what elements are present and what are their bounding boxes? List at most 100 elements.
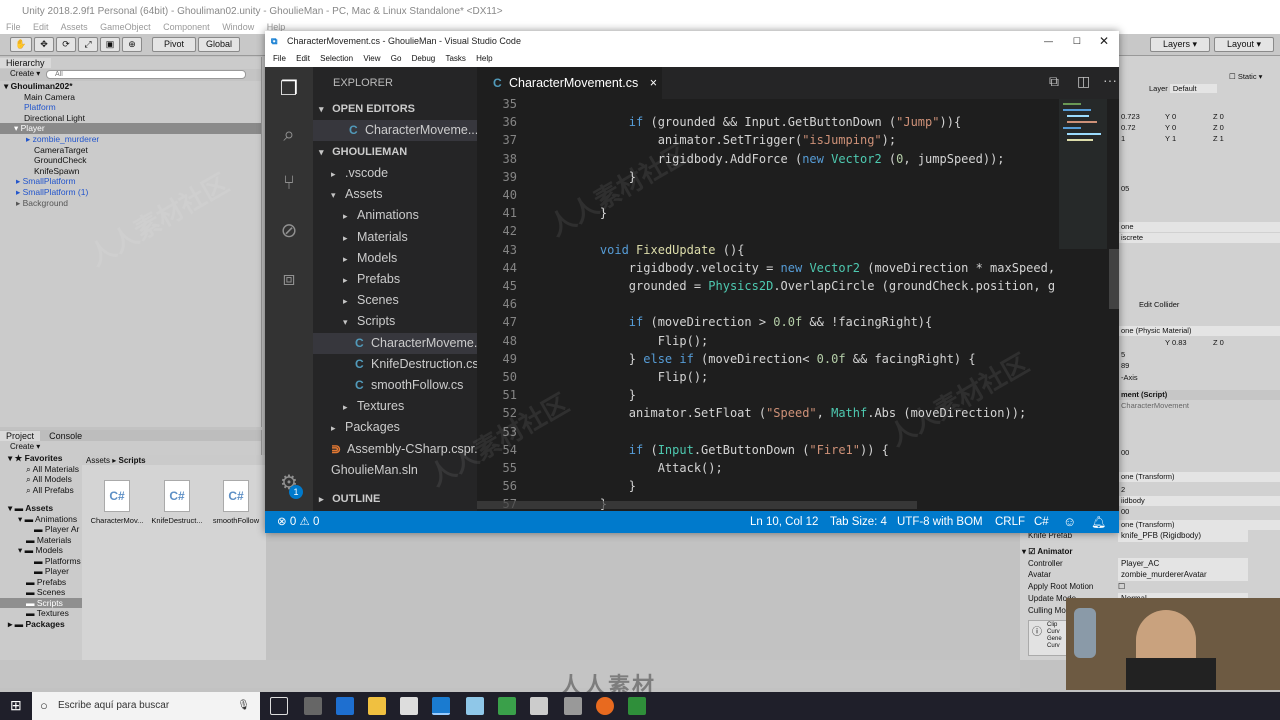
project-tab[interactable]: Project <box>0 431 41 441</box>
scale-x-value[interactable]: 1 <box>1121 134 1125 143</box>
rect-tool-icon[interactable]: ▣ <box>100 37 120 52</box>
hierarchy-tab[interactable]: Hierarchy <box>0 58 51 68</box>
unity-taskbar-icon[interactable] <box>564 697 582 715</box>
explorer-icon[interactable]: ❐ <box>277 77 301 101</box>
unity-menu-gameobject[interactable]: GameObject <box>100 22 151 32</box>
asset-item[interactable]: C# CharacterMov... <box>88 480 146 525</box>
open-editor-item[interactable]: C CharacterMoveme... <box>313 120 477 141</box>
tree-folder-item[interactable]: ▸ Textures <box>313 396 477 417</box>
taskbar-app-icon[interactable] <box>530 697 548 715</box>
tree-folder-item[interactable]: ▸ Animations <box>313 205 477 226</box>
menu-go[interactable]: Go <box>391 54 402 63</box>
hierarchy-item[interactable]: Platform <box>0 102 261 113</box>
rotate-tool-icon[interactable]: ⟳ <box>56 37 76 52</box>
rotation-y-value[interactable]: 0 <box>1172 123 1176 132</box>
cursor-position[interactable]: Ln 10, Col 12 <box>750 511 818 533</box>
inspector-value[interactable]: -Axis <box>1119 373 1280 383</box>
breadcrumb-root[interactable]: Assets <box>86 456 110 465</box>
menu-tasks[interactable]: Tasks <box>445 54 465 63</box>
menu-edit[interactable]: Edit <box>296 54 310 63</box>
inspector-value[interactable]: 00 <box>1119 448 1280 458</box>
pivot-button[interactable]: Pivot <box>152 37 196 52</box>
menu-file[interactable]: File <box>273 54 286 63</box>
rotation-row[interactable]: 0.72 Y 0Z 0 <box>1119 123 1280 133</box>
tree-folder-item[interactable]: ▸ Models <box>313 248 477 269</box>
animator-header[interactable]: ▾ ☑ Animator <box>1020 546 1120 558</box>
problems-indicator[interactable]: ⊗ 0 ⚠ 0 <box>277 511 319 533</box>
language-mode[interactable]: C# <box>1034 511 1049 533</box>
offset-z-value[interactable]: 0 <box>1220 338 1224 347</box>
vertical-scrollbar[interactable] <box>1109 99 1119 511</box>
outline-section[interactable]: ▸ OUTLINE <box>313 489 477 510</box>
tree-folder-item[interactable]: ▸ .vscode <box>313 163 477 184</box>
hierarchy-item[interactable]: ▸ zombie_murderer <box>0 134 261 145</box>
inspector-value[interactable]: 5 <box>1119 350 1280 360</box>
tree-folder-item[interactable]: ▸ Scenes <box>313 290 477 311</box>
position-y-value[interactable]: 0 <box>1172 112 1176 121</box>
hierarchy-item[interactable]: Directional Light <box>0 113 261 124</box>
asset-item[interactable]: C# smoothFollow <box>207 480 265 525</box>
offset-y-value[interactable]: 0.83 <box>1172 338 1187 347</box>
minimap[interactable] <box>1059 99 1107 511</box>
hierarchy-item[interactable]: CameraTarget <box>0 145 261 156</box>
menu-view[interactable]: View <box>363 54 380 63</box>
folder-item-selected[interactable]: ▬ Scripts <box>0 597 82 608</box>
physic-material-field[interactable]: one (Physic Material) <box>1119 326 1280 337</box>
offset-row[interactable]: Y 0.83 Z 0 <box>1119 338 1280 348</box>
position-z-value[interactable]: 0 <box>1220 112 1224 121</box>
code-editor[interactable]: 35 36 if (grounded && Input.GetButtonDown… <box>477 97 1057 511</box>
tree-folder-item[interactable]: ▸ Packages <box>313 417 477 438</box>
avatar-field[interactable]: zombie_murdererAvatar <box>1118 569 1248 582</box>
more-actions-icon[interactable]: ··· <box>1103 72 1117 88</box>
unity-menu-assets[interactable]: Assets <box>61 22 88 32</box>
layers-dropdown[interactable]: Layers ▾ <box>1150 37 1210 52</box>
knife-prefab-field[interactable]: knife_PFB (Rigidbody) <box>1118 530 1248 542</box>
inspector-value[interactable]: 89 <box>1119 361 1280 371</box>
edge-icon[interactable] <box>336 697 354 715</box>
unity-menu-component[interactable]: Component <box>163 22 210 32</box>
rotation-z-value[interactable]: 0 <box>1220 123 1224 132</box>
encoding[interactable]: UTF-8 with BOM <box>897 511 983 533</box>
tree-folder-item[interactable]: ▸ Materials <box>313 227 477 248</box>
maximize-icon[interactable]: ☐ <box>1073 31 1081 51</box>
transform-field[interactable]: one (Transform) <box>1119 520 1280 531</box>
tab-close-icon[interactable]: × <box>650 76 657 90</box>
vscode-taskbar-icon[interactable] <box>432 697 450 715</box>
search-icon[interactable]: ⌕ <box>277 123 301 147</box>
static-toggle[interactable]: ☐ Static ▾ <box>1119 72 1280 82</box>
scene-root[interactable]: ▾ Ghouliman202* <box>0 81 261 92</box>
file-explorer-icon[interactable] <box>368 697 386 715</box>
close-icon[interactable]: ✕ <box>1099 31 1109 51</box>
asset-item[interactable]: C# KnifeDestruct... <box>148 480 206 525</box>
layer-dropdown[interactable]: Default <box>1169 84 1217 93</box>
hierarchy-item-selected[interactable]: ▾ Player <box>0 123 261 134</box>
project-create-button[interactable]: Create <box>10 442 34 451</box>
transform-field[interactable]: one (Transform) <box>1119 472 1280 483</box>
inspector-value[interactable]: 05 <box>1119 184 1280 194</box>
tree-file-item[interactable]: ⋑ Assembly-CSharp.cspr... <box>313 439 477 460</box>
unity-menu-window[interactable]: Window <box>222 22 254 32</box>
taskbar-app-icon[interactable] <box>498 697 516 715</box>
line-ending[interactable]: CRLF <box>995 511 1025 533</box>
taskbar-app-icon[interactable] <box>466 697 484 715</box>
tree-file-item[interactable]: CsmoothFollow.cs <box>313 375 477 396</box>
hierarchy-create-button[interactable]: Create <box>10 69 34 78</box>
taskbar-app-icon[interactable] <box>304 697 322 715</box>
unity-menu-file[interactable]: File <box>6 22 21 32</box>
edit-collider-button[interactable]: Edit Collider <box>1119 300 1280 310</box>
apply-root-motion-checkbox[interactable]: ☐ <box>1118 581 1125 593</box>
open-changes-icon[interactable]: ⧉ <box>1049 73 1059 90</box>
menu-help[interactable]: Help <box>476 54 492 63</box>
bell-icon[interactable]: 🔔︎ <box>1091 511 1106 533</box>
source-control-icon[interactable]: ⑂ <box>277 171 301 195</box>
inspector-dropdown[interactable]: one <box>1119 222 1280 233</box>
position-x-value[interactable]: 0.723 <box>1121 112 1140 121</box>
tree-file-item[interactable]: C KnifeDestruction.cs <box>313 354 477 375</box>
taskbar-search-box[interactable]: ○ Escribe aquí para buscar 🎙︎ <box>32 692 260 720</box>
firefox-icon[interactable] <box>596 697 614 715</box>
hierarchy-item[interactable]: ▸ Background <box>0 198 261 209</box>
rotation-x-value[interactable]: 0.72 <box>1121 123 1136 132</box>
scale-y-value[interactable]: 1 <box>1172 134 1176 143</box>
project-section[interactable]: ▾ GHOULIEMAN <box>313 142 477 163</box>
minimize-icon[interactable]: — <box>1044 31 1053 51</box>
